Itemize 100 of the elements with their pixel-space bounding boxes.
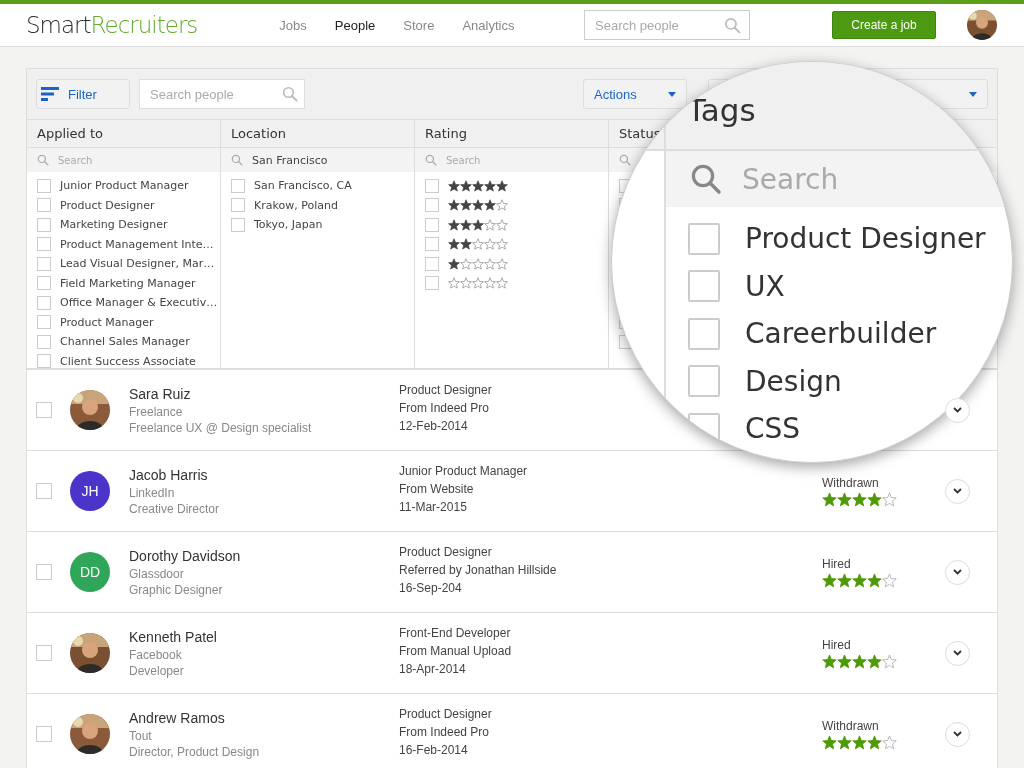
column-header: Applied to xyxy=(37,126,104,141)
candidate-name[interactable]: Jacob Harris xyxy=(129,466,208,483)
job-title: Product Designer xyxy=(399,545,492,559)
filled-star-icon xyxy=(822,653,837,669)
candidate-source: LinkedIn xyxy=(129,485,175,500)
checkbox[interactable] xyxy=(37,178,51,193)
filled-star-icon xyxy=(472,218,484,231)
application-origin: From Manual Upload xyxy=(399,644,512,658)
tag-option: Design xyxy=(745,364,842,398)
empty-star-icon xyxy=(496,277,508,290)
checkbox[interactable] xyxy=(688,365,720,398)
checkbox[interactable] xyxy=(425,276,439,291)
checkbox[interactable] xyxy=(37,295,51,310)
checkbox[interactable] xyxy=(36,726,52,742)
candidate-title: Freelance UX @ Design specialist xyxy=(129,420,312,435)
candidate-name[interactable]: Dorothy Davidson xyxy=(129,547,241,564)
checkbox[interactable] xyxy=(37,354,51,368)
checkbox[interactable] xyxy=(425,198,439,213)
checkbox[interactable] xyxy=(37,198,51,213)
avatar: JH xyxy=(70,471,110,511)
checkbox[interactable] xyxy=(231,217,245,232)
application-date: 12-Feb-2014 xyxy=(399,419,468,433)
filter-option: Lead Visual Designer, Mar… xyxy=(60,257,215,271)
filled-star-icon xyxy=(472,199,484,212)
filter-option: Client Success Associate xyxy=(60,354,196,368)
create-job-button[interactable]: Create a job xyxy=(832,11,936,39)
filled-star-icon xyxy=(472,179,484,192)
candidate-name[interactable]: Andrew Ramos xyxy=(129,709,225,726)
search-icon xyxy=(282,86,298,102)
filled-star-icon xyxy=(867,734,882,750)
tag-option: Careerbuilder xyxy=(745,317,937,351)
search-icon xyxy=(690,163,722,195)
search-icon xyxy=(231,154,243,166)
filter-option: Tokyo, Japan xyxy=(254,218,323,232)
expand-button[interactable] xyxy=(945,721,970,747)
empty-star-icon xyxy=(460,277,472,290)
candidate-source: Tout xyxy=(129,728,152,743)
filled-star-icon xyxy=(496,179,508,192)
empty-star-icon xyxy=(882,491,897,507)
application-date: 16-Feb-2014 xyxy=(399,743,468,757)
filled-star-icon xyxy=(460,179,472,192)
checkbox[interactable] xyxy=(36,645,52,661)
filled-star-icon xyxy=(852,653,867,669)
filled-star-icon xyxy=(867,572,882,588)
checkbox[interactable] xyxy=(37,315,51,330)
checkbox[interactable] xyxy=(231,198,245,213)
filled-star-icon xyxy=(448,257,460,270)
filter-option: Junior Product Manager xyxy=(60,179,189,193)
checkbox[interactable] xyxy=(37,256,51,271)
empty-star-icon xyxy=(496,199,508,212)
checkbox[interactable] xyxy=(425,237,439,252)
logo[interactable]: SmartRecruiters xyxy=(26,12,198,38)
expand-button[interactable] xyxy=(945,640,970,666)
checkbox[interactable] xyxy=(425,178,439,193)
candidate-name[interactable]: Kenneth Patel xyxy=(129,628,217,645)
checkbox[interactable] xyxy=(688,270,720,303)
empty-star-icon xyxy=(882,734,897,750)
expand-button[interactable] xyxy=(945,559,970,585)
filter-option: Krakow, Poland xyxy=(254,198,338,212)
filled-star-icon xyxy=(852,491,867,507)
application-origin: Referred by Jonathan Hillside xyxy=(399,563,557,577)
checkbox[interactable] xyxy=(37,237,51,252)
checkbox[interactable] xyxy=(688,222,720,255)
search-field[interactable]: San Francisco xyxy=(221,148,414,172)
checkbox[interactable] xyxy=(36,483,52,499)
nav-link[interactable]: Jobs xyxy=(279,17,307,33)
actions-dropdown[interactable]: Actions xyxy=(583,79,687,109)
nav-link[interactable]: Store xyxy=(403,17,435,33)
checkbox[interactable] xyxy=(36,564,52,580)
column-header: Location xyxy=(231,126,286,141)
application-origin: From Indeed Pro xyxy=(399,401,490,415)
chevron-down-icon xyxy=(953,488,962,494)
chevron-down-icon xyxy=(953,569,962,575)
filter-icon xyxy=(41,87,59,101)
nav-link[interactable]: Analytics xyxy=(462,17,515,33)
filter-option: Product Manager xyxy=(60,315,154,329)
checkbox[interactable] xyxy=(425,217,439,232)
expand-button[interactable] xyxy=(945,478,970,504)
job-title: Product Designer xyxy=(399,707,492,721)
checkbox[interactable] xyxy=(37,217,51,232)
empty-star-icon xyxy=(484,277,496,290)
filled-star-icon xyxy=(448,238,460,251)
application-origin: From Website xyxy=(399,482,474,496)
filter-button[interactable]: Filter xyxy=(36,79,130,109)
expand-button[interactable] xyxy=(945,397,970,423)
avatar: DD xyxy=(70,552,110,592)
checkbox[interactable] xyxy=(425,256,439,271)
filled-star-icon xyxy=(484,179,496,192)
checkbox[interactable] xyxy=(688,317,720,350)
checkbox[interactable] xyxy=(231,178,245,193)
candidate-source: Facebook xyxy=(129,647,182,662)
candidate-source: Freelance xyxy=(129,404,183,419)
job-title: Front-End Developer xyxy=(399,626,511,640)
candidate-name[interactable]: Sara Ruiz xyxy=(129,385,191,402)
filter-option: Office Manager & Executiv… xyxy=(60,296,218,310)
nav-link[interactable]: People xyxy=(334,17,376,33)
checkbox[interactable] xyxy=(37,276,51,291)
checkbox[interactable] xyxy=(37,334,51,349)
checkbox[interactable] xyxy=(36,402,52,418)
job-title: Junior Product Manager xyxy=(399,464,528,478)
